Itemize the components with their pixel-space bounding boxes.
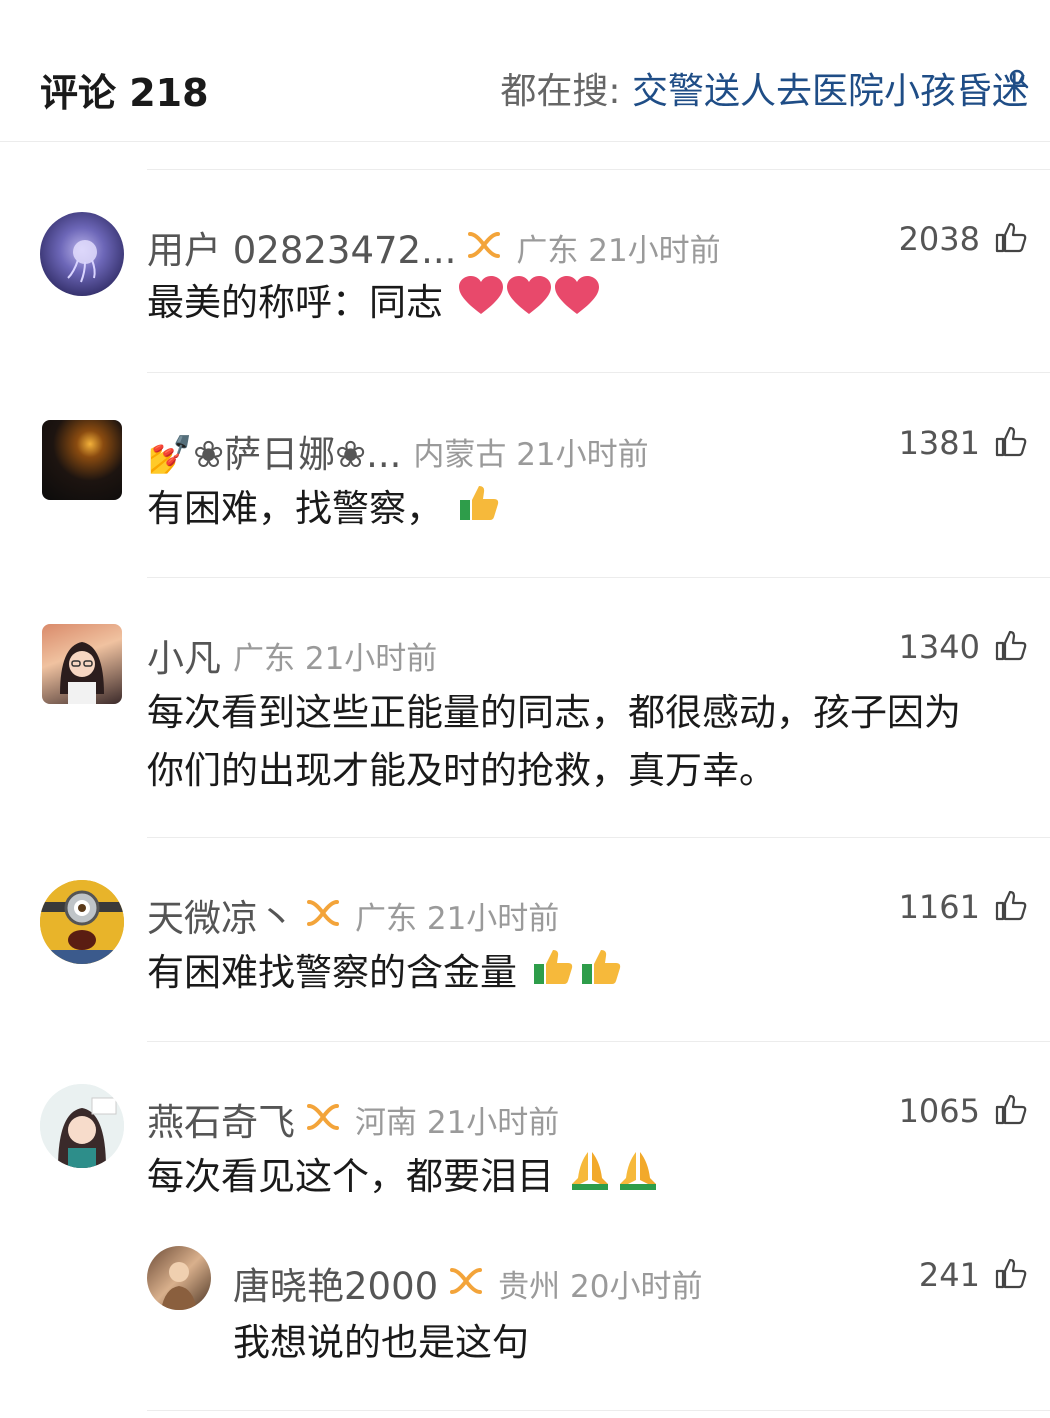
avatar[interactable] (40, 1084, 124, 1168)
comment-text: 我想说的也是这句 (233, 1321, 529, 1364)
like-group[interactable]: 1340 (899, 628, 1028, 666)
region-time: 内蒙古 21小时前 (413, 436, 649, 473)
username[interactable]: 天微凉丶 (147, 888, 295, 942)
trending-search-label: 都在搜: (500, 71, 632, 112)
avatar[interactable] (42, 420, 122, 500)
comment-meta: 天微凉丶 广东 21小时前 (147, 888, 559, 942)
thumbs-up-emoji-icon (457, 480, 501, 541)
region-time: 广东 21小时前 (233, 640, 438, 677)
thumbs-up-icon[interactable] (994, 1092, 1028, 1130)
thumbs-up-icon[interactable] (994, 888, 1028, 926)
username[interactable]: 💅❀萨日娜❀... (147, 424, 401, 478)
comment-text-line: 每次看到这些正能量的同志，都很感动，孩子因为 (147, 691, 961, 734)
infinity-badge-icon (303, 898, 343, 932)
like-count: 1340 (898, 628, 980, 666)
divider (147, 837, 1050, 838)
like-count: 2038 (898, 220, 980, 258)
comment-text: 有困难找警察的含金量 (147, 944, 623, 1005)
divider (147, 1041, 1050, 1042)
avatar[interactable] (40, 880, 124, 964)
username[interactable]: 唐晓艳2000 (233, 1256, 438, 1310)
comment-count-title: 评论 218 (40, 71, 209, 115)
username[interactable]: 燕石奇飞 (147, 1092, 295, 1146)
thumbs-up-icon[interactable] (994, 424, 1028, 462)
divider (147, 169, 1050, 170)
like-count: 1065 (898, 1092, 980, 1130)
infinity-badge-icon (303, 1102, 343, 1136)
username[interactable]: 用户 02823472... (147, 220, 456, 274)
avatar[interactable] (147, 1246, 211, 1310)
comment-text: 最美的称呼：同志 (147, 274, 601, 335)
comment-text-content: 每次看见这个，都要泪目 (147, 1155, 554, 1198)
like-group[interactable]: 2038 (899, 220, 1028, 258)
region-time: 河南 21小时前 (355, 1104, 560, 1141)
divider (147, 577, 1050, 578)
thumbs-up-emoji-icon (531, 944, 623, 1005)
divider (147, 372, 1050, 373)
comment-text-content: 最美的称呼：同志 (147, 281, 443, 324)
comment-meta: 燕石奇飞 河南 21小时前 (147, 1092, 559, 1146)
thumbs-up-icon[interactable] (994, 628, 1028, 666)
like-group[interactable]: 1381 (899, 424, 1028, 462)
thumbs-up-icon[interactable] (994, 1256, 1028, 1294)
avatar[interactable] (40, 212, 124, 296)
like-group[interactable]: 1161 (899, 888, 1028, 926)
comments-header: 评论 218 都在搜: 交警送人去医院小孩昏迷 (0, 0, 1050, 142)
like-group[interactable]: 1065 (899, 1092, 1028, 1130)
avatar[interactable] (42, 624, 122, 704)
comment-text-line: 你们的出现才能及时的抢救，真万幸。 (147, 749, 776, 792)
like-count: 1381 (898, 424, 980, 462)
infinity-badge-icon (446, 1266, 486, 1300)
comment-text-content: 有困难，找警察， (147, 487, 443, 530)
comment-text-content: 有困难找警察的含金量 (147, 951, 517, 994)
divider (147, 1410, 1050, 1411)
infinity-badge-icon (464, 230, 504, 264)
folded-hands-emoji-icon (568, 1148, 660, 1209)
search-icon[interactable] (1008, 58, 1030, 99)
comment-meta: 唐晓艳2000 贵州 20小时前 (233, 1256, 702, 1310)
like-count: 241 (918, 1256, 980, 1294)
comment-meta: 小凡 广东 21小时前 (147, 628, 437, 682)
comment-meta: 💅❀萨日娜❀... 内蒙古 21小时前 (147, 424, 649, 478)
region-time: 广东 21小时前 (516, 232, 721, 269)
comment-meta: 用户 02823472... 广东 21小时前 (147, 220, 721, 274)
like-count: 1161 (898, 888, 980, 926)
trending-search-query[interactable]: 交警送人去医院小孩昏迷 (632, 71, 1028, 112)
comment-text: 每次看见这个，都要泪目 (147, 1148, 660, 1209)
heart-emoji-icon (457, 274, 601, 335)
comment-text: 有困难，找警察， (147, 480, 501, 541)
thumbs-up-icon[interactable] (994, 220, 1028, 258)
region-time: 广东 21小时前 (355, 900, 560, 937)
region-time: 贵州 20小时前 (498, 1268, 703, 1305)
like-group[interactable]: 241 (919, 1256, 1028, 1294)
username[interactable]: 小凡 (147, 628, 221, 682)
trending-search[interactable]: 都在搜: 交警送人去医院小孩昏迷 (500, 62, 1029, 114)
